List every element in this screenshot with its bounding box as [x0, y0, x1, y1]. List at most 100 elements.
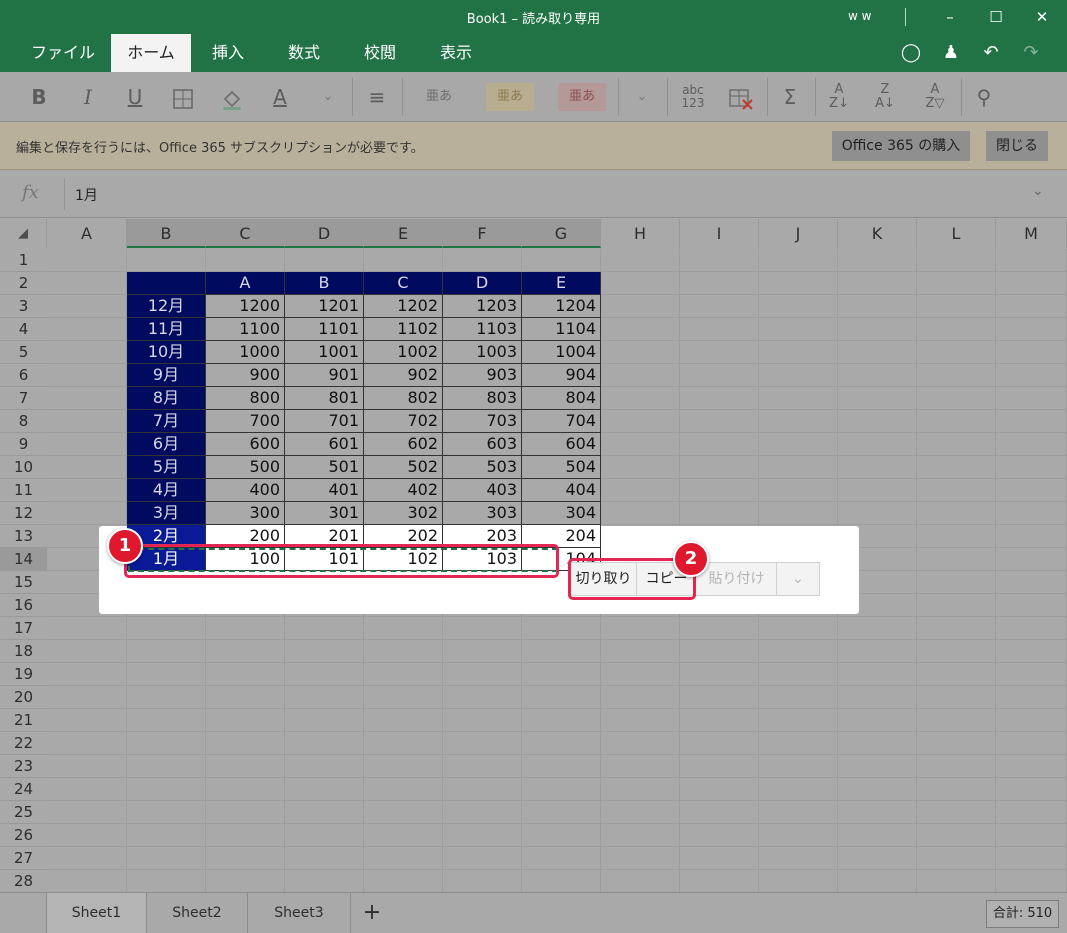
row-label-cell[interactable]: 6月 [127, 433, 206, 456]
value-cell[interactable]: 904 [522, 364, 601, 387]
row-header-1[interactable]: 1 [0, 249, 47, 272]
value-cell[interactable]: 1102 [364, 318, 443, 341]
number-format-icon[interactable]: abc 123 [675, 80, 711, 114]
value-cell[interactable]: 1101 [285, 318, 364, 341]
sheet-tab-2[interactable]: Sheet2 [147, 893, 248, 933]
value-cell[interactable]: 403 [443, 479, 522, 502]
value-cell[interactable]: 704 [522, 410, 601, 433]
value-cell[interactable]: 1201 [285, 295, 364, 318]
value-cell[interactable]: 900 [206, 364, 285, 387]
search-icon[interactable]: ⚲ [970, 80, 998, 114]
column-header-K[interactable]: K [838, 219, 917, 248]
tab-view[interactable]: 表示 [425, 34, 487, 72]
value-cell[interactable]: 701 [285, 410, 364, 433]
header-cell[interactable]: D [443, 272, 522, 295]
row-header-26[interactable]: 26 [0, 824, 47, 847]
row-header-27[interactable]: 27 [0, 847, 47, 870]
value-cell[interactable]: 903 [443, 364, 522, 387]
row-label-cell[interactable]: 4月 [127, 479, 206, 502]
row-header-25[interactable]: 25 [0, 801, 47, 824]
header-cell[interactable]: B [285, 272, 364, 295]
value-cell[interactable]: 703 [443, 410, 522, 433]
row-header-2[interactable]: 2 [0, 272, 47, 295]
tab-review[interactable]: 校閲 [349, 34, 411, 72]
row-header-13[interactable]: 13 [0, 525, 47, 548]
row-header-22[interactable]: 22 [0, 732, 47, 755]
header-cell[interactable]: A [206, 272, 285, 295]
row-label-cell[interactable]: 3月 [127, 502, 206, 525]
header-cell[interactable]: C [364, 272, 443, 295]
chevron-down-icon[interactable]: ⌄ [316, 80, 340, 114]
value-cell[interactable]: 601 [285, 433, 364, 456]
row-header-3[interactable]: 3 [0, 295, 47, 318]
value-cell[interactable]: 1200 [206, 295, 285, 318]
value-cell[interactable]: 702 [364, 410, 443, 433]
row-label-cell[interactable]: 7月 [127, 410, 206, 433]
row-header-28[interactable]: 28 [0, 870, 47, 892]
maximize-icon[interactable]: ☐ [973, 4, 1019, 30]
value-cell[interactable]: 1003 [443, 341, 522, 364]
column-header-F[interactable]: F [443, 219, 522, 248]
value-cell[interactable]: 502 [364, 456, 443, 479]
font-color-icon[interactable]: A [266, 80, 294, 114]
row-header-12[interactable]: 12 [0, 502, 47, 525]
tab-file[interactable]: ファイル [22, 34, 104, 72]
buy-office-button[interactable]: Office 365 の購入 [832, 131, 970, 161]
row-header-16[interactable]: 16 [0, 594, 47, 617]
value-cell[interactable]: 803 [443, 387, 522, 410]
column-header-L[interactable]: L [917, 219, 996, 248]
lightbulb-icon[interactable]: ◯ [896, 40, 926, 66]
value-cell[interactable]: 1103 [443, 318, 522, 341]
add-sheet-icon[interactable]: + [351, 893, 393, 933]
paste-options-chevron-icon[interactable]: ⌄ [778, 563, 818, 595]
delete-cells-icon[interactable] [725, 80, 757, 114]
value-cell[interactable]: 404 [522, 479, 601, 502]
value-cell[interactable]: 1002 [364, 341, 443, 364]
value-cell[interactable]: 603 [443, 433, 522, 456]
value-cell[interactable]: 504 [522, 456, 601, 479]
filter-icon[interactable]: A Z▽ [918, 80, 952, 114]
column-header-E[interactable]: E [364, 219, 443, 248]
value-cell[interactable]: 1004 [522, 341, 601, 364]
value-cell[interactable]: 604 [522, 433, 601, 456]
cell-style-bad[interactable]: 亜あ [558, 83, 606, 111]
column-header-I[interactable]: I [680, 219, 759, 248]
value-cell[interactable]: 300 [206, 502, 285, 525]
value-cell[interactable]: 304 [522, 502, 601, 525]
sort-descending-icon[interactable]: Z A↓ [870, 80, 900, 114]
tab-home[interactable]: ホーム [111, 34, 191, 72]
value-cell[interactable]: 700 [206, 410, 285, 433]
row-header-8[interactable]: 8 [0, 410, 47, 433]
value-cell[interactable]: 901 [285, 364, 364, 387]
italic-icon[interactable]: I [74, 80, 102, 114]
styles-chevron-down-icon[interactable]: ⌄ [630, 80, 654, 114]
sum-icon[interactable]: Σ [775, 80, 805, 114]
value-cell[interactable]: 802 [364, 387, 443, 410]
row-header-7[interactable]: 7 [0, 387, 47, 410]
value-cell[interactable]: 1203 [443, 295, 522, 318]
align-icon[interactable]: ≡ [362, 80, 392, 114]
row-header-9[interactable]: 9 [0, 433, 47, 456]
row-header-14[interactable]: 14 [0, 548, 47, 571]
fill-color-icon[interactable] [217, 80, 247, 114]
value-cell[interactable]: 1001 [285, 341, 364, 364]
column-header-B[interactable]: B [127, 219, 206, 248]
row-header-21[interactable]: 21 [0, 709, 47, 732]
row-label-cell[interactable]: 12月 [127, 295, 206, 318]
value-cell[interactable]: 804 [522, 387, 601, 410]
row-header-23[interactable]: 23 [0, 755, 47, 778]
sheet-tab-3[interactable]: Sheet3 [248, 893, 351, 933]
row-label-cell[interactable]: 10月 [127, 341, 206, 364]
cell-style-normal[interactable]: 亜あ [413, 83, 465, 111]
share-user-icon[interactable]: ♟ [936, 40, 966, 66]
row-header-19[interactable]: 19 [0, 663, 47, 686]
function-icon[interactable]: fx [22, 182, 39, 203]
borders-icon[interactable] [170, 80, 196, 114]
value-cell[interactable]: 500 [206, 456, 285, 479]
value-cell[interactable]: 1104 [522, 318, 601, 341]
row-header-5[interactable]: 5 [0, 341, 47, 364]
row-header-10[interactable]: 10 [0, 456, 47, 479]
column-header-D[interactable]: D [285, 219, 364, 248]
tab-insert[interactable]: 挿入 [197, 34, 259, 72]
value-cell[interactable]: 302 [364, 502, 443, 525]
